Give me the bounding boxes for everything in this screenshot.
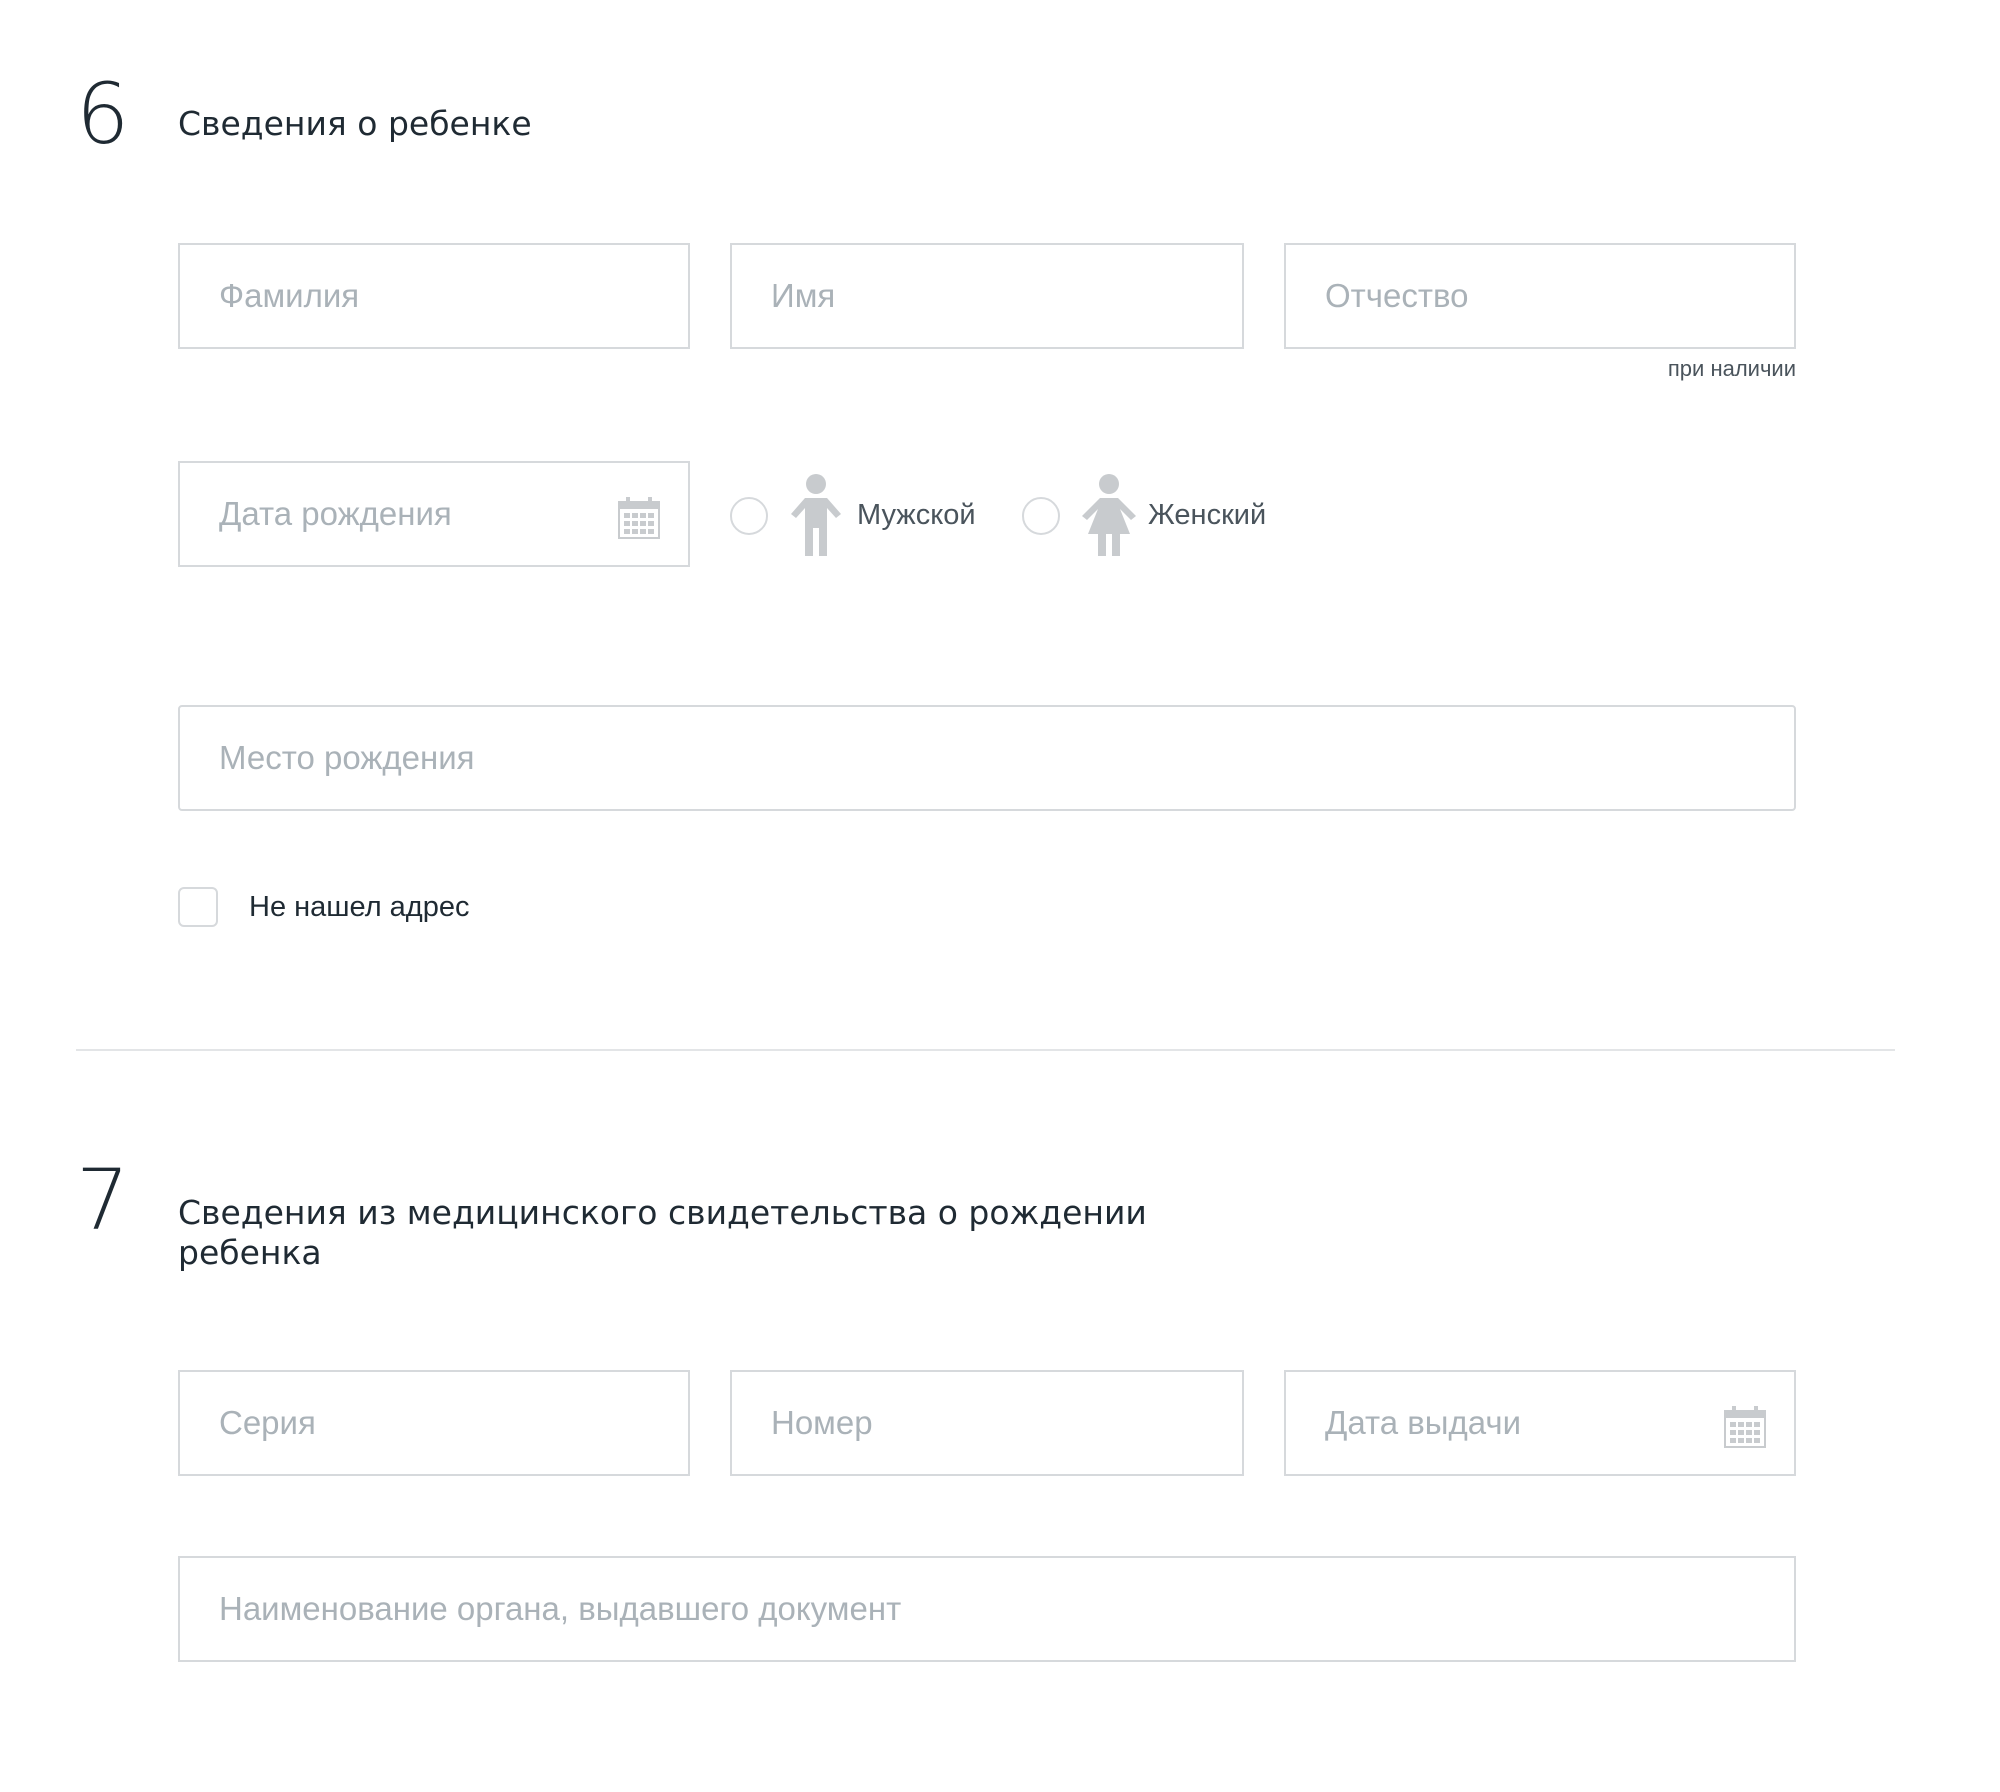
issuing-authority-placeholder: Наименование органа, выдавшего документ [219,1590,902,1627]
male-person-icon [791,474,841,556]
calendar-icon[interactable] [1724,1406,1766,1448]
patronymic-hint: при наличии [1667,356,1796,381]
gender-male-radio[interactable] [730,497,768,535]
section-6-number: 6 [76,65,130,163]
patronymic-field[interactable]: Отчество [1284,243,1796,349]
calendar-icon[interactable] [618,497,660,539]
issue-date-field[interactable]: Дата выдачи [1284,1370,1796,1476]
series-placeholder: Серия [219,1404,316,1441]
birth-place-placeholder: Место рождения [219,739,475,776]
address-not-found-checkbox[interactable] [178,887,218,927]
birth-date-placeholder: Дата рождения [219,495,452,532]
gender-female-label[interactable]: Женский [1148,499,1266,532]
gender-male-label[interactable]: Мужской [857,499,976,532]
last-name-field[interactable]: Фамилия [178,243,690,349]
issue-date-placeholder: Дата выдачи [1325,1404,1522,1441]
female-person-icon [1082,474,1136,556]
birth-date-field[interactable]: Дата рождения [178,461,690,567]
number-field[interactable]: Номер [730,1370,1244,1476]
section-7-title: Сведения из медицинского свидетельства о… [178,1193,1147,1272]
last-name-placeholder: Фамилия [219,277,360,314]
gender-female-radio[interactable] [1022,497,1060,535]
section-divider [76,1049,1895,1051]
first-name-field[interactable]: Имя [730,243,1244,349]
number-placeholder: Номер [771,1404,873,1441]
section-7-number: 7 [76,1151,130,1249]
section-6-title: Сведения о ребенке [178,104,532,143]
patronymic-placeholder: Отчество [1325,277,1469,314]
first-name-placeholder: Имя [771,277,836,314]
birth-place-field[interactable]: Место рождения [178,705,1796,811]
address-not-found-label[interactable]: Не нашел адрес [249,891,470,924]
series-field[interactable]: Серия [178,1370,690,1476]
issuing-authority-field[interactable]: Наименование органа, выдавшего документ [178,1556,1796,1662]
